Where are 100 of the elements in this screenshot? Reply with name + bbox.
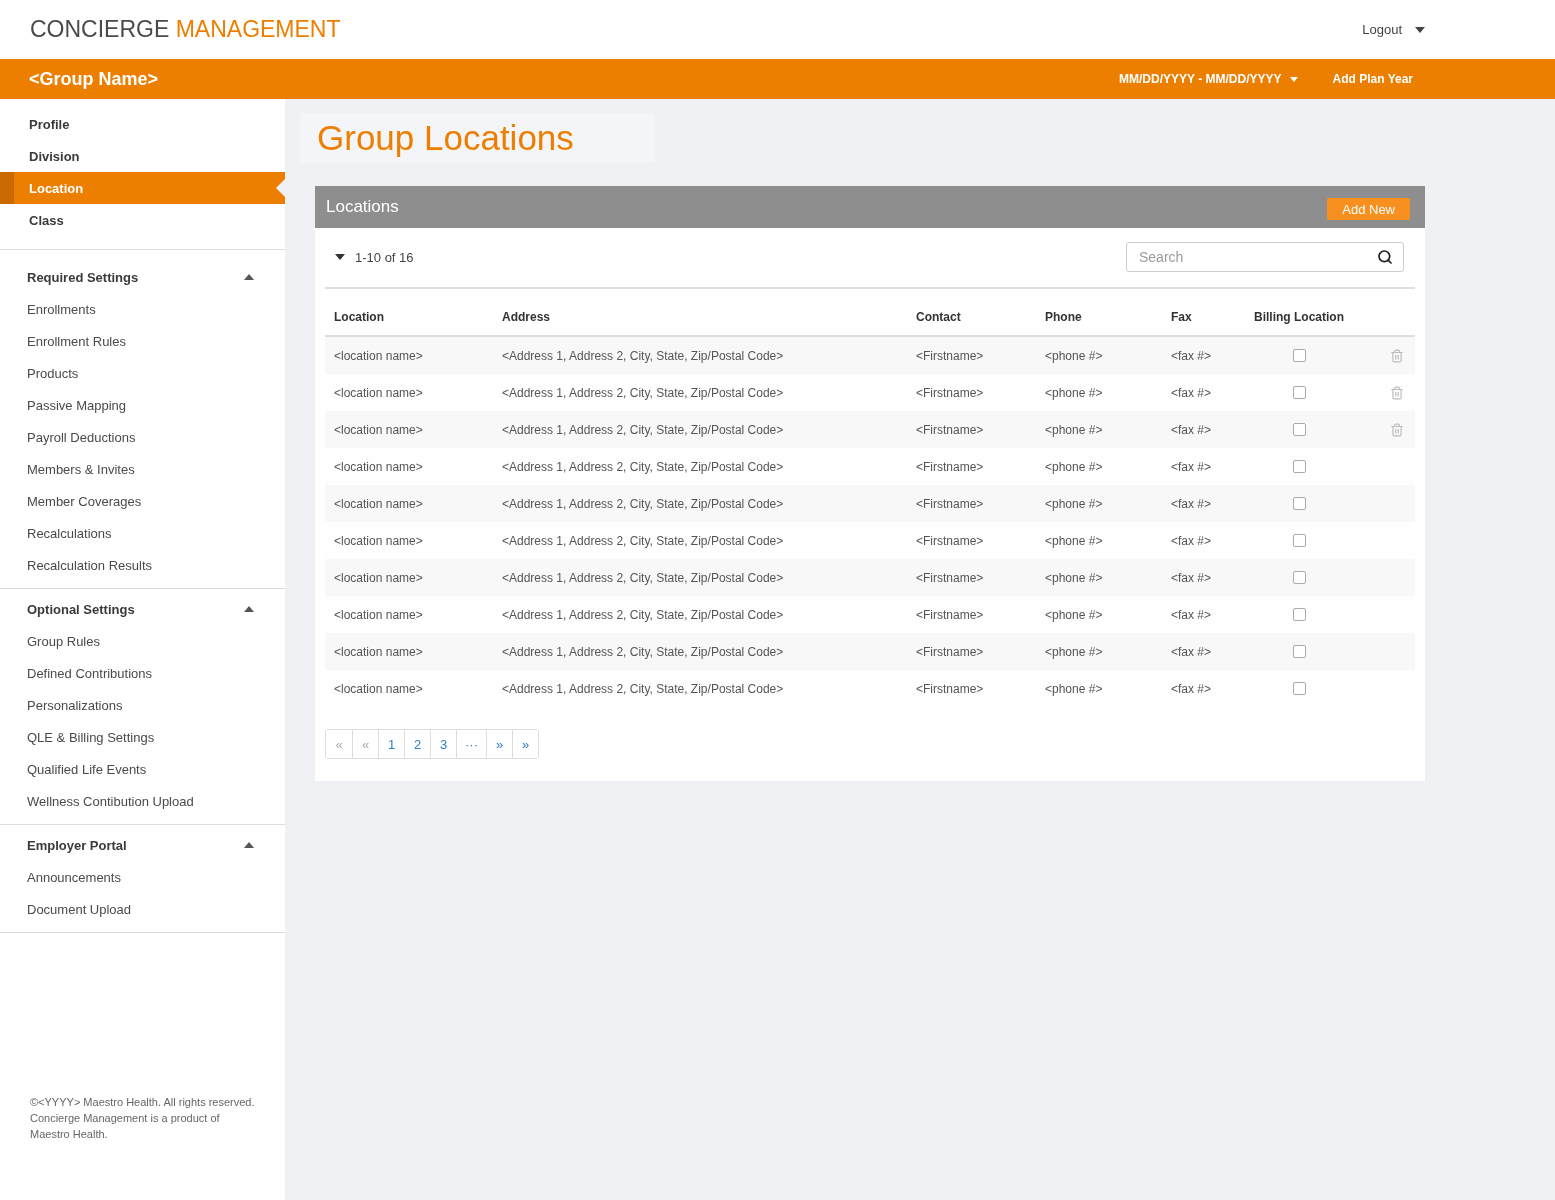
sidebar-item[interactable]: Recalculation Results <box>0 549 285 581</box>
table-cell-text: <Firstname> <box>915 570 985 585</box>
app-logo: CONCIERGE MANAGEMENT <box>30 16 341 43</box>
sidebar-item[interactable]: Defined Contributions <box>0 657 285 689</box>
table-cell-text: <location name> <box>333 570 424 585</box>
column-header: Billing Location <box>1253 310 1345 324</box>
table-cell-text: <fax #> <box>1170 644 1213 659</box>
table-cell-text: <phone #> <box>1044 496 1104 511</box>
logout-menu[interactable]: Logout <box>1362 22 1425 37</box>
table-cell-text: <fax #> <box>1170 607 1213 622</box>
checkbox[interactable] <box>1292 645 1306 658</box>
table-cell-text: <Address 1, Address 2, City, State, Zip/Postal Code> <box>501 422 785 437</box>
range-dropdown[interactable]: 1-10 of 16 <box>335 249 414 265</box>
table-cell-text: <location name> <box>333 385 424 400</box>
table-cell-text: <phone #> <box>1044 644 1104 659</box>
table-cell-text: <Firstname> <box>915 681 985 696</box>
table-cell-text: <Address 1, Address 2, City, State, Zip/Postal Code> <box>501 496 785 511</box>
table-cell-text: <location name> <box>333 459 424 474</box>
table-cell-text: <Address 1, Address 2, City, State, Zip/Postal Code> <box>501 570 785 585</box>
checkbox[interactable] <box>1292 608 1306 621</box>
table-cell-text: <location name> <box>333 681 424 696</box>
copyright-text: ©<YYYY> Maestro Health. All rights reserved. Concierge Management is a product of Maestro Health. <box>29 1095 256 1142</box>
table-cell-text: <Firstname> <box>915 496 985 511</box>
table-cell-text: <phone #> <box>1044 422 1104 437</box>
checkbox[interactable] <box>1292 349 1306 362</box>
page-title: Group Locations <box>300 113 655 163</box>
section-title: Employer Portal <box>27 837 127 853</box>
card-title: Locations <box>326 197 399 217</box>
table-cell-text: <phone #> <box>1044 570 1104 585</box>
section-header[interactable]: Employer Portal <box>0 829 285 861</box>
table-cell-text: <Firstname> <box>915 459 985 474</box>
sidebar-item[interactable]: Payroll Deductions <box>0 421 285 453</box>
table-cell-text: <Firstname> <box>915 533 985 548</box>
table-cell-text: <fax #> <box>1170 348 1213 363</box>
sidebar-item[interactable]: Profile <box>0 108 285 140</box>
checkbox[interactable] <box>1292 423 1306 436</box>
sidebar-item[interactable]: Wellness Contibution Upload <box>0 785 285 817</box>
table-cell-text: <Address 1, Address 2, City, State, Zip/Postal Code> <box>501 681 785 696</box>
table-cell-text: <fax #> <box>1170 385 1213 400</box>
sidebar-item[interactable]: Document Upload <box>0 893 285 925</box>
table-cell-text: <phone #> <box>1044 348 1104 363</box>
search-field[interactable]: Search <box>1126 242 1404 272</box>
sidebar-item[interactable]: Announcements <box>0 861 285 893</box>
trash-icon[interactable] <box>1390 348 1404 363</box>
column-header: Address <box>501 310 552 324</box>
table-cell-text: <Firstname> <box>915 385 985 400</box>
search-input[interactable]: Search <box>1139 249 1369 265</box>
table-cell-text: <Address 1, Address 2, City, State, Zip/Postal Code> <box>501 459 785 474</box>
page-button[interactable]: » <box>512 730 538 758</box>
sidebar-item[interactable]: QLE & Billing Settings <box>0 721 285 753</box>
table-cell-text: <fax #> <box>1170 570 1213 585</box>
section-title: Optional Settings <box>27 601 135 617</box>
table-cell-text: <fax #> <box>1170 422 1213 437</box>
sidebar-item[interactable]: Members & Invites <box>0 453 285 485</box>
sidebar-item[interactable]: Enrollments <box>0 293 285 325</box>
checkbox[interactable] <box>1292 460 1306 473</box>
sidebar-item[interactable]: Enrollment Rules <box>0 325 285 357</box>
table-cell-text: <Firstname> <box>915 644 985 659</box>
section-header[interactable]: Optional Settings <box>0 593 285 625</box>
column-header: Contact <box>915 310 962 324</box>
sidebar-item[interactable]: Personalizations <box>0 689 285 721</box>
table-cell-text: <phone #> <box>1044 459 1104 474</box>
table-cell-text: <location name> <box>333 644 424 659</box>
checkbox[interactable] <box>1292 386 1306 399</box>
checkbox[interactable] <box>1292 571 1306 584</box>
table-cell-text: <Firstname> <box>915 348 985 363</box>
table-cell-text: <Address 1, Address 2, City, State, Zip/Postal Code> <box>501 644 785 659</box>
table-cell-text: <Address 1, Address 2, City, State, Zip/Postal Code> <box>501 533 785 548</box>
table-cell-text: <fax #> <box>1170 459 1213 474</box>
table-cell-text: <Address 1, Address 2, City, State, Zip/Postal Code> <box>501 607 785 622</box>
checkbox[interactable] <box>1292 682 1306 695</box>
table-cell-text: <phone #> <box>1044 385 1104 400</box>
table-cell-text: <location name> <box>333 607 424 622</box>
caret-icon <box>1415 26 1425 33</box>
table-cell-text: <Address 1, Address 2, City, State, Zip/Postal Code> <box>501 385 785 400</box>
search-icon[interactable] <box>1377 249 1393 265</box>
sidebar-item[interactable]: Products <box>0 357 285 389</box>
table-cell-text: <location name> <box>333 496 424 511</box>
trash-icon[interactable] <box>1390 385 1404 400</box>
sidebar-item[interactable]: Passive Mapping <box>0 389 285 421</box>
caret-icon <box>335 254 345 260</box>
sidebar-item[interactable]: Recalculations <box>0 517 285 549</box>
sidebar-item[interactable]: Class <box>0 204 285 236</box>
table-cell-text: <phone #> <box>1044 681 1104 696</box>
sidebar-item[interactable]: Division <box>0 140 285 172</box>
table-cell-text: <Firstname> <box>915 607 985 622</box>
sidebar-item[interactable]: Member Coverages <box>0 485 285 517</box>
checkbox[interactable] <box>1292 534 1306 547</box>
table-cell-text: <fax #> <box>1170 533 1213 548</box>
sidebar-item[interactable]: Group Rules <box>0 625 285 657</box>
checkbox[interactable] <box>1292 497 1306 510</box>
column-header: Location <box>333 310 385 324</box>
sidebar-item[interactable]: Qualified Life Events <box>0 753 285 785</box>
table-cell-text: <location name> <box>333 422 424 437</box>
table-cell-text: <location name> <box>333 533 424 548</box>
table-cell-text: <phone #> <box>1044 533 1104 548</box>
section-header[interactable]: Required Settings <box>0 261 285 293</box>
group-name: <Group Name> <box>29 68 159 90</box>
table-cell-text: <fax #> <box>1170 496 1213 511</box>
trash-icon[interactable] <box>1390 422 1404 437</box>
